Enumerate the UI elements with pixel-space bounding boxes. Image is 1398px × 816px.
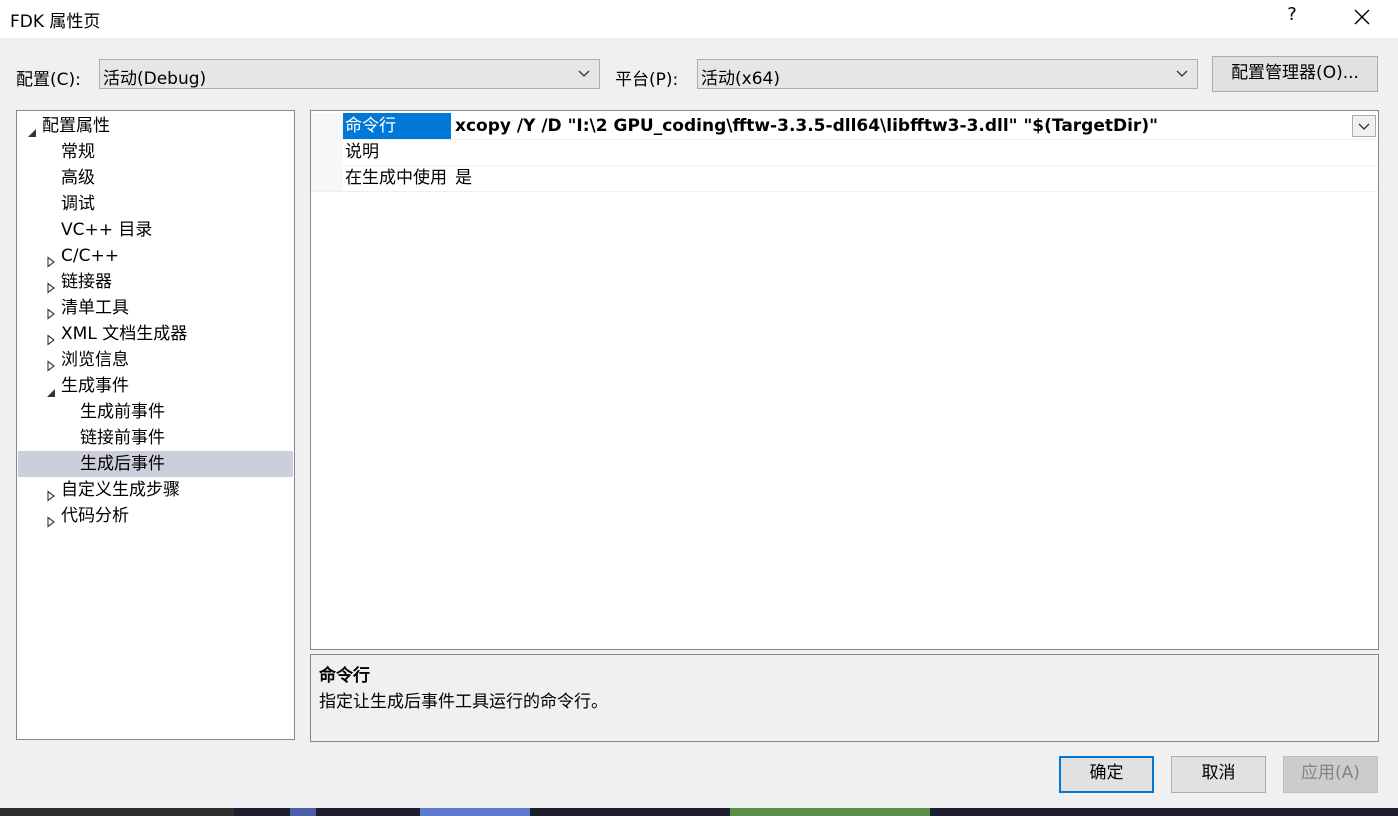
window-title: FDK 属性页 xyxy=(10,12,101,32)
tree-item[interactable]: 生成后事件 xyxy=(18,451,293,477)
tree-item-label: VC++ 目录 xyxy=(61,220,153,240)
tree-item-label: 清单工具 xyxy=(61,298,129,318)
expanded-triangle-icon[interactable] xyxy=(27,120,37,137)
help-button[interactable]: ? xyxy=(1280,4,1304,32)
property-value[interactable]: xcopy /Y /D "I:\2 GPU_coding\fftw-3.3.5-… xyxy=(455,113,1158,139)
ok-button-label: 确定 xyxy=(1089,763,1124,783)
tree-item-label: 自定义生成步骤 xyxy=(61,480,180,500)
description-body: 指定让生成后事件工具运行的命令行。 xyxy=(319,692,608,712)
property-tree[interactable]: 配置属性常规高级调试 VC++ 目录 C/C++ 链接器清单工具 XML 文档生成器 浏览… xyxy=(16,110,295,740)
property-row[interactable]: 说明 xyxy=(311,139,1378,166)
tree-item[interactable]: 配置属性 xyxy=(18,113,293,139)
value-dropdown-button[interactable] xyxy=(1352,115,1376,137)
config-dropdown[interactable]: 活动(Debug) xyxy=(99,59,600,89)
chevron-down-icon xyxy=(1358,123,1370,130)
tree-item[interactable]: 常规 xyxy=(18,139,293,165)
collapsed-triangle-icon[interactable] xyxy=(46,354,56,372)
chevron-down-icon xyxy=(577,65,591,85)
description-panel: 命令行 指定让生成后事件工具运行的命令行。 xyxy=(310,654,1379,742)
collapsed-triangle-icon[interactable] xyxy=(46,510,56,528)
property-grid[interactable]: 命令行 xcopy /Y /D "I:\2 GPU_coding\fftw-3.3… xyxy=(310,110,1379,650)
tree-item[interactable]: 生成事件 xyxy=(18,373,293,399)
tree-item-label: 高级 xyxy=(61,168,95,188)
config-manager-button[interactable]: 配置管理器(O)... xyxy=(1212,56,1378,92)
tree-item-label: 生成后事件 xyxy=(80,454,165,474)
tree-item-label: 链接器 xyxy=(61,272,112,292)
collapsed-triangle-icon[interactable] xyxy=(46,484,56,502)
description-heading: 命令行 xyxy=(319,666,370,686)
tree-item-label: 代码分析 xyxy=(61,506,129,526)
property-row[interactable]: 在生成中使用是 xyxy=(311,165,1378,192)
title-bar: FDK 属性页 ? xyxy=(0,0,1398,38)
tree-item[interactable]: 高级 xyxy=(18,165,293,191)
platform-dropdown-value: 活动(x64) xyxy=(701,69,780,89)
background-strip-segment xyxy=(730,808,930,816)
tree-item-label: XML 文档生成器 xyxy=(61,324,188,344)
tree-item-label: 生成前事件 xyxy=(80,402,165,422)
background-window-strip xyxy=(0,808,1398,816)
chevron-down-icon xyxy=(1175,65,1189,85)
tree-item[interactable]: C/C++ xyxy=(18,243,293,269)
tree-item-label: 调试 xyxy=(61,194,95,214)
ok-button[interactable]: 确定 xyxy=(1059,756,1154,793)
config-manager-button-label: 配置管理器(O)... xyxy=(1231,63,1359,83)
property-name[interactable]: 在生成中使用 xyxy=(343,165,451,191)
row-gutter xyxy=(311,113,343,139)
apply-button: 应用(A) xyxy=(1283,756,1378,793)
tree-item[interactable]: 代码分析 xyxy=(18,503,293,529)
tree-item[interactable]: 链接前事件 xyxy=(18,425,293,451)
row-gutter xyxy=(311,139,343,165)
collapsed-triangle-icon[interactable] xyxy=(46,250,56,268)
tree-item-label: 配置属性 xyxy=(42,116,110,136)
property-name[interactable]: 命令行 xyxy=(343,113,451,139)
tree-item-label: 生成事件 xyxy=(61,376,129,396)
tree-item[interactable]: VC++ 目录 xyxy=(18,217,293,243)
close-icon xyxy=(1354,9,1370,25)
config-dropdown-value: 活动(Debug) xyxy=(103,69,207,89)
property-value[interactable]: 是 xyxy=(455,165,472,191)
close-button[interactable] xyxy=(1344,4,1380,32)
background-strip-segment xyxy=(420,808,530,816)
collapsed-triangle-icon[interactable] xyxy=(46,302,56,320)
tree-item-label: 常规 xyxy=(61,142,95,162)
apply-button-label: 应用(A) xyxy=(1301,763,1360,783)
tree-item[interactable]: XML 文档生成器 xyxy=(18,321,293,347)
tree-item[interactable]: 清单工具 xyxy=(18,295,293,321)
tree-item[interactable]: 浏览信息 xyxy=(18,347,293,373)
property-name[interactable]: 说明 xyxy=(343,139,451,165)
tree-item[interactable]: 自定义生成步骤 xyxy=(18,477,293,503)
background-strip-segment xyxy=(0,808,234,816)
cancel-button-label: 取消 xyxy=(1201,763,1236,783)
expanded-triangle-icon[interactable] xyxy=(46,380,56,397)
platform-dropdown[interactable]: 活动(x64) xyxy=(697,59,1198,89)
background-strip-segment xyxy=(290,808,316,816)
cancel-button[interactable]: 取消 xyxy=(1171,756,1266,793)
collapsed-triangle-icon[interactable] xyxy=(46,276,56,294)
tree-item-label: C/C++ xyxy=(61,246,119,266)
tree-item[interactable]: 调试 xyxy=(18,191,293,217)
property-row[interactable]: 命令行 xcopy /Y /D "I:\2 GPU_coding\fftw-3.3… xyxy=(311,113,1378,140)
config-label: 配置(C): xyxy=(16,70,81,90)
tree-item-label: 链接前事件 xyxy=(80,428,165,448)
platform-label: 平台(P): xyxy=(615,70,679,90)
collapsed-triangle-icon[interactable] xyxy=(46,328,56,346)
tree-item[interactable]: 生成前事件 xyxy=(18,399,293,425)
tree-item[interactable]: 链接器 xyxy=(18,269,293,295)
tree-item-label: 浏览信息 xyxy=(61,350,129,370)
row-gutter xyxy=(311,165,343,191)
